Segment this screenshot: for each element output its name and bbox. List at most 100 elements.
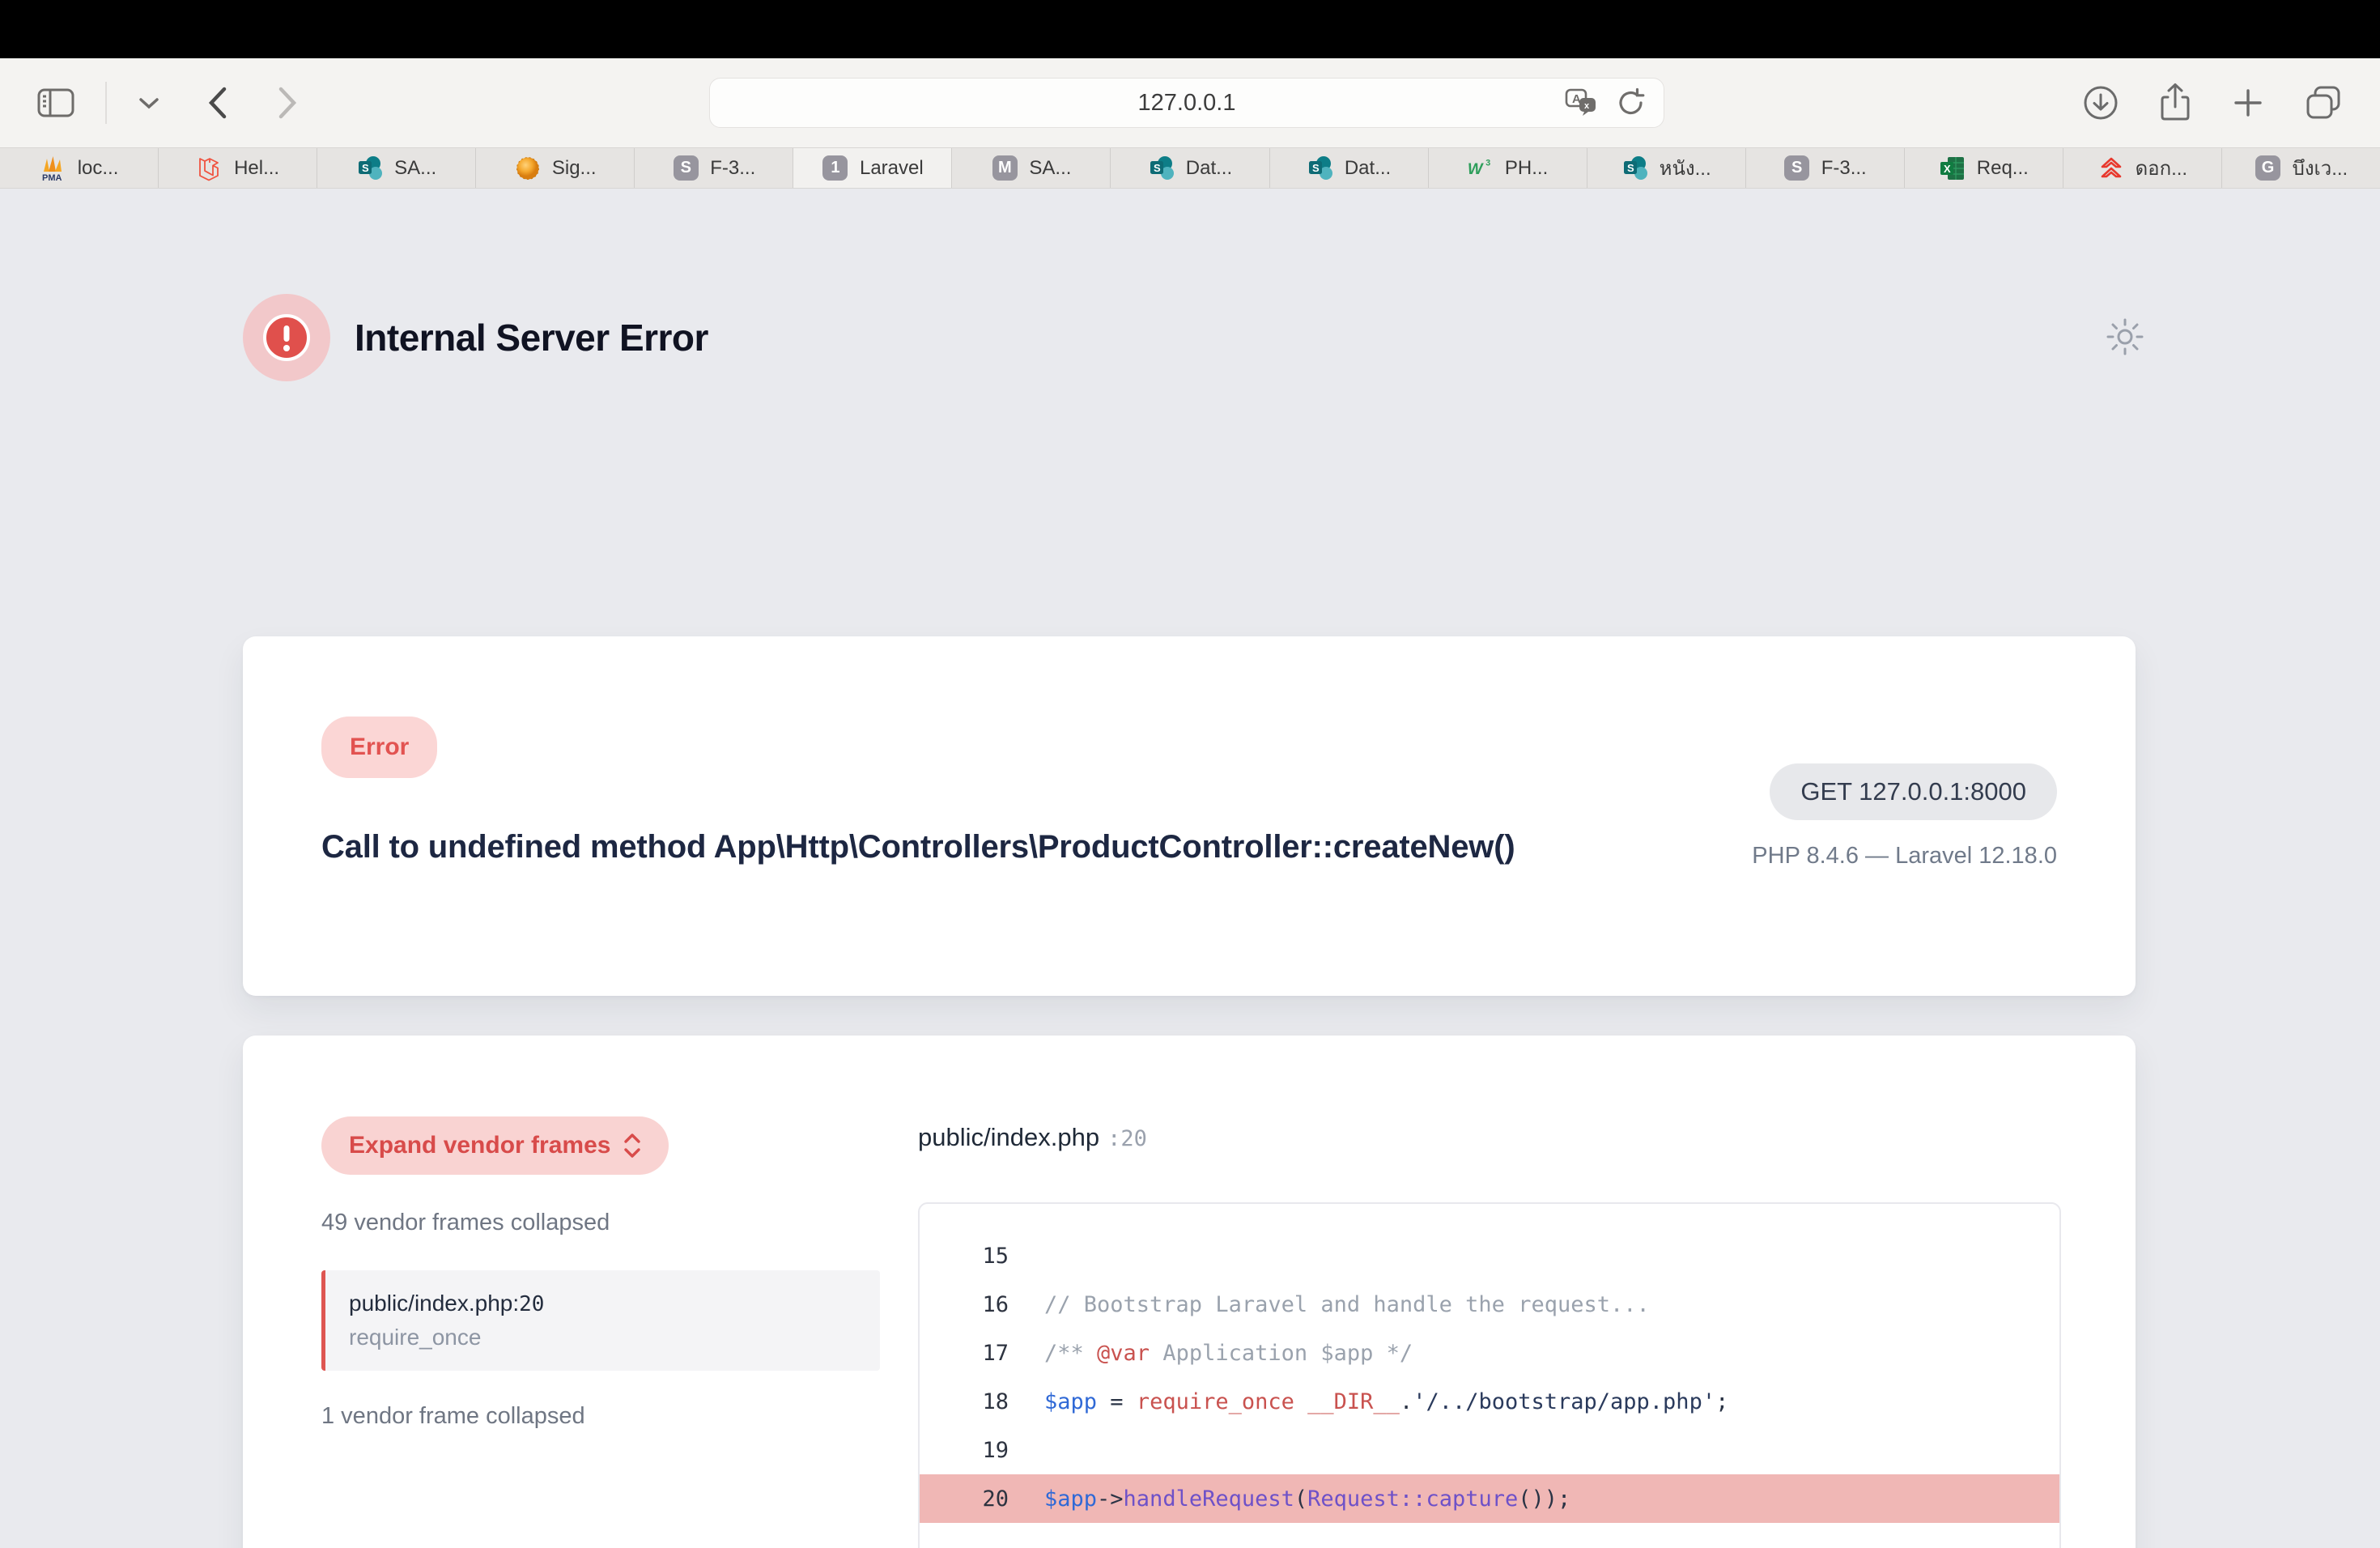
share-icon[interactable] bbox=[2155, 79, 2195, 126]
tab-label: Dat... bbox=[1345, 157, 1391, 180]
browser-tab[interactable]: XReq... bbox=[1905, 148, 2063, 188]
browser-tab[interactable]: SF-3... bbox=[635, 148, 793, 188]
tab-label: หนัง... bbox=[1660, 152, 1711, 184]
browser-tab[interactable]: S Dat... bbox=[1270, 148, 1429, 188]
svg-text:3: 3 bbox=[1485, 158, 1490, 168]
tab-label: ดอก... bbox=[2136, 152, 2188, 184]
tab-label: F-3... bbox=[1821, 157, 1867, 180]
w3schools-icon: W3 bbox=[1467, 155, 1494, 182]
orange-ball-icon bbox=[514, 155, 542, 182]
svg-text:S: S bbox=[362, 162, 369, 174]
request-info: GET 127.0.0.1:8000 PHP 8.4.6 — Laravel 1… bbox=[1752, 763, 2057, 870]
code-text: /** @var Application $app */ bbox=[1009, 1341, 1413, 1366]
stack-frame-item[interactable]: public/index.php:20 require_once bbox=[321, 1270, 880, 1371]
tab-overview-icon[interactable] bbox=[2301, 81, 2346, 125]
sharepoint-icon: S bbox=[356, 155, 384, 182]
svg-text:S: S bbox=[1154, 162, 1161, 174]
tab-strip: PMAloc...Hel...SSA...Sig...SF-3...1Larav… bbox=[0, 147, 2380, 189]
code-snippet-box: 15 16// Bootstrap Laravel and handle the … bbox=[918, 1202, 2061, 1548]
browser-tab[interactable]: SSA... bbox=[317, 148, 476, 188]
tab-label: SA... bbox=[1029, 157, 1071, 180]
svg-text:x: x bbox=[1584, 101, 1590, 111]
reload-icon[interactable] bbox=[1613, 84, 1649, 121]
browser-toolbar: 127.0.0.1 A x bbox=[0, 58, 2380, 147]
code-snippet-header: public/index.php :20 bbox=[918, 1123, 2061, 1152]
vendor-frames-collapsed-bottom: 1 vendor frame collapsed bbox=[321, 1403, 880, 1430]
line-number: 19 bbox=[920, 1438, 1009, 1463]
browser-tab[interactable]: MSA... bbox=[952, 148, 1111, 188]
chevron-up-down-icon bbox=[623, 1132, 641, 1159]
tab-label: บึงเว... bbox=[2293, 152, 2348, 184]
environment-versions: PHP 8.4.6 — Laravel 12.18.0 bbox=[1752, 843, 2057, 870]
code-line: 17/** @var Application $app */ bbox=[920, 1329, 2059, 1377]
code-text: $app = require_once __DIR__.'/../bootstr… bbox=[1009, 1389, 1728, 1414]
code-line: 19 bbox=[920, 1426, 2059, 1474]
url-text: 127.0.0.1 bbox=[1138, 90, 1236, 117]
expand-vendor-frames-button[interactable]: Expand vendor frames bbox=[321, 1116, 669, 1175]
browser-tab[interactable]: Hel... bbox=[159, 148, 317, 188]
back-icon[interactable] bbox=[202, 82, 233, 124]
code-snippet-file: public/index.php bbox=[918, 1123, 1099, 1152]
phpmyadmin-icon: PMA bbox=[40, 155, 67, 182]
browser-tab[interactable]: W3 PH... bbox=[1429, 148, 1587, 188]
tab-label: Laravel bbox=[860, 157, 924, 180]
error-message: Call to undefined method App\Http\Contro… bbox=[321, 821, 1536, 874]
line-number: 15 bbox=[920, 1244, 1009, 1269]
code-line: 15 bbox=[920, 1231, 2059, 1280]
trace-card: Expand vendor frames 49 vendor frames co… bbox=[243, 1036, 2136, 1548]
code-line: 18$app = require_once __DIR__.'/../boots… bbox=[920, 1377, 2059, 1426]
svg-text:S: S bbox=[1312, 162, 1320, 174]
tab-label: F-3... bbox=[710, 157, 755, 180]
download-icon[interactable] bbox=[2079, 81, 2123, 125]
browser-tab[interactable]: S F-3... bbox=[1746, 148, 1905, 188]
sharepoint-icon: S bbox=[1307, 155, 1334, 182]
chevron-down-icon[interactable] bbox=[134, 92, 164, 113]
menu-bar bbox=[0, 0, 2380, 58]
code-text: $app->handleRequest(Request::capture()); bbox=[1009, 1486, 1570, 1512]
toolbar-left-group bbox=[34, 82, 303, 124]
error-card: Error GET 127.0.0.1:8000 PHP 8.4.6 — Lar… bbox=[243, 636, 2136, 996]
page-content: Internal Server Error Error GET 127.0.0.… bbox=[0, 189, 2380, 1548]
page-title: Internal Server Error bbox=[355, 316, 708, 359]
sidebar-icon[interactable] bbox=[34, 85, 78, 121]
browser-tab[interactable]: SDat... bbox=[1111, 148, 1269, 188]
svg-text:PMA: PMA bbox=[42, 173, 62, 182]
translate-icon[interactable]: A x bbox=[1562, 85, 1600, 121]
browser-tab[interactable]: 1 Laravel bbox=[793, 148, 952, 188]
code-line: 16// Bootstrap Laravel and handle the re… bbox=[920, 1280, 2059, 1329]
url-bar[interactable]: 127.0.0.1 A x bbox=[709, 78, 1664, 128]
svg-text:W: W bbox=[1468, 160, 1484, 178]
browser-tab[interactable]: S หนัง... bbox=[1587, 148, 1746, 188]
expand-vendor-frames-label: Expand vendor frames bbox=[349, 1132, 610, 1159]
line-number: 20 bbox=[920, 1486, 1009, 1512]
trace-frames-column: Expand vendor frames 49 vendor frames co… bbox=[321, 1116, 880, 1548]
tab-label: PH... bbox=[1505, 157, 1548, 180]
browser-tab[interactable]: ดอก... bbox=[2063, 148, 2222, 188]
code-line-highlighted: 20$app->handleRequest(Request::capture()… bbox=[920, 1474, 2059, 1523]
browser-tab[interactable]: PMAloc... bbox=[0, 148, 159, 188]
excel-icon: X bbox=[1939, 155, 1966, 182]
error-exclamation-icon bbox=[243, 294, 330, 381]
svg-text:S: S bbox=[1627, 162, 1634, 174]
sharepoint-icon: S bbox=[1621, 155, 1649, 182]
page-header: Internal Server Error bbox=[243, 294, 2145, 381]
line-number: 16 bbox=[920, 1292, 1009, 1317]
toolbar-right-group bbox=[2079, 79, 2346, 126]
code-snippet-line: :20 bbox=[1107, 1126, 1147, 1151]
new-tab-icon[interactable] bbox=[2228, 83, 2268, 123]
tab-label: Hel... bbox=[234, 157, 279, 180]
browser-tab[interactable]: G บึงเว... bbox=[2222, 148, 2380, 188]
badge-1-icon: 1 bbox=[822, 155, 849, 182]
badge-S-icon: S bbox=[1783, 155, 1811, 182]
url-bar-icons: A x bbox=[1562, 79, 1649, 127]
forward-icon[interactable] bbox=[272, 82, 303, 124]
laravel-icon bbox=[196, 155, 223, 182]
code-snippet-column: public/index.php :20 15 16// Bootstrap La… bbox=[918, 1116, 2061, 1548]
browser-tab[interactable]: Sig... bbox=[476, 148, 635, 188]
sun-icon[interactable] bbox=[2105, 317, 2145, 359]
tab-label: Sig... bbox=[552, 157, 597, 180]
line-number: 17 bbox=[920, 1341, 1009, 1366]
svg-text:X: X bbox=[1944, 163, 1951, 175]
toolbar-divider bbox=[105, 82, 107, 124]
badge-G-icon: G bbox=[2255, 155, 2282, 182]
